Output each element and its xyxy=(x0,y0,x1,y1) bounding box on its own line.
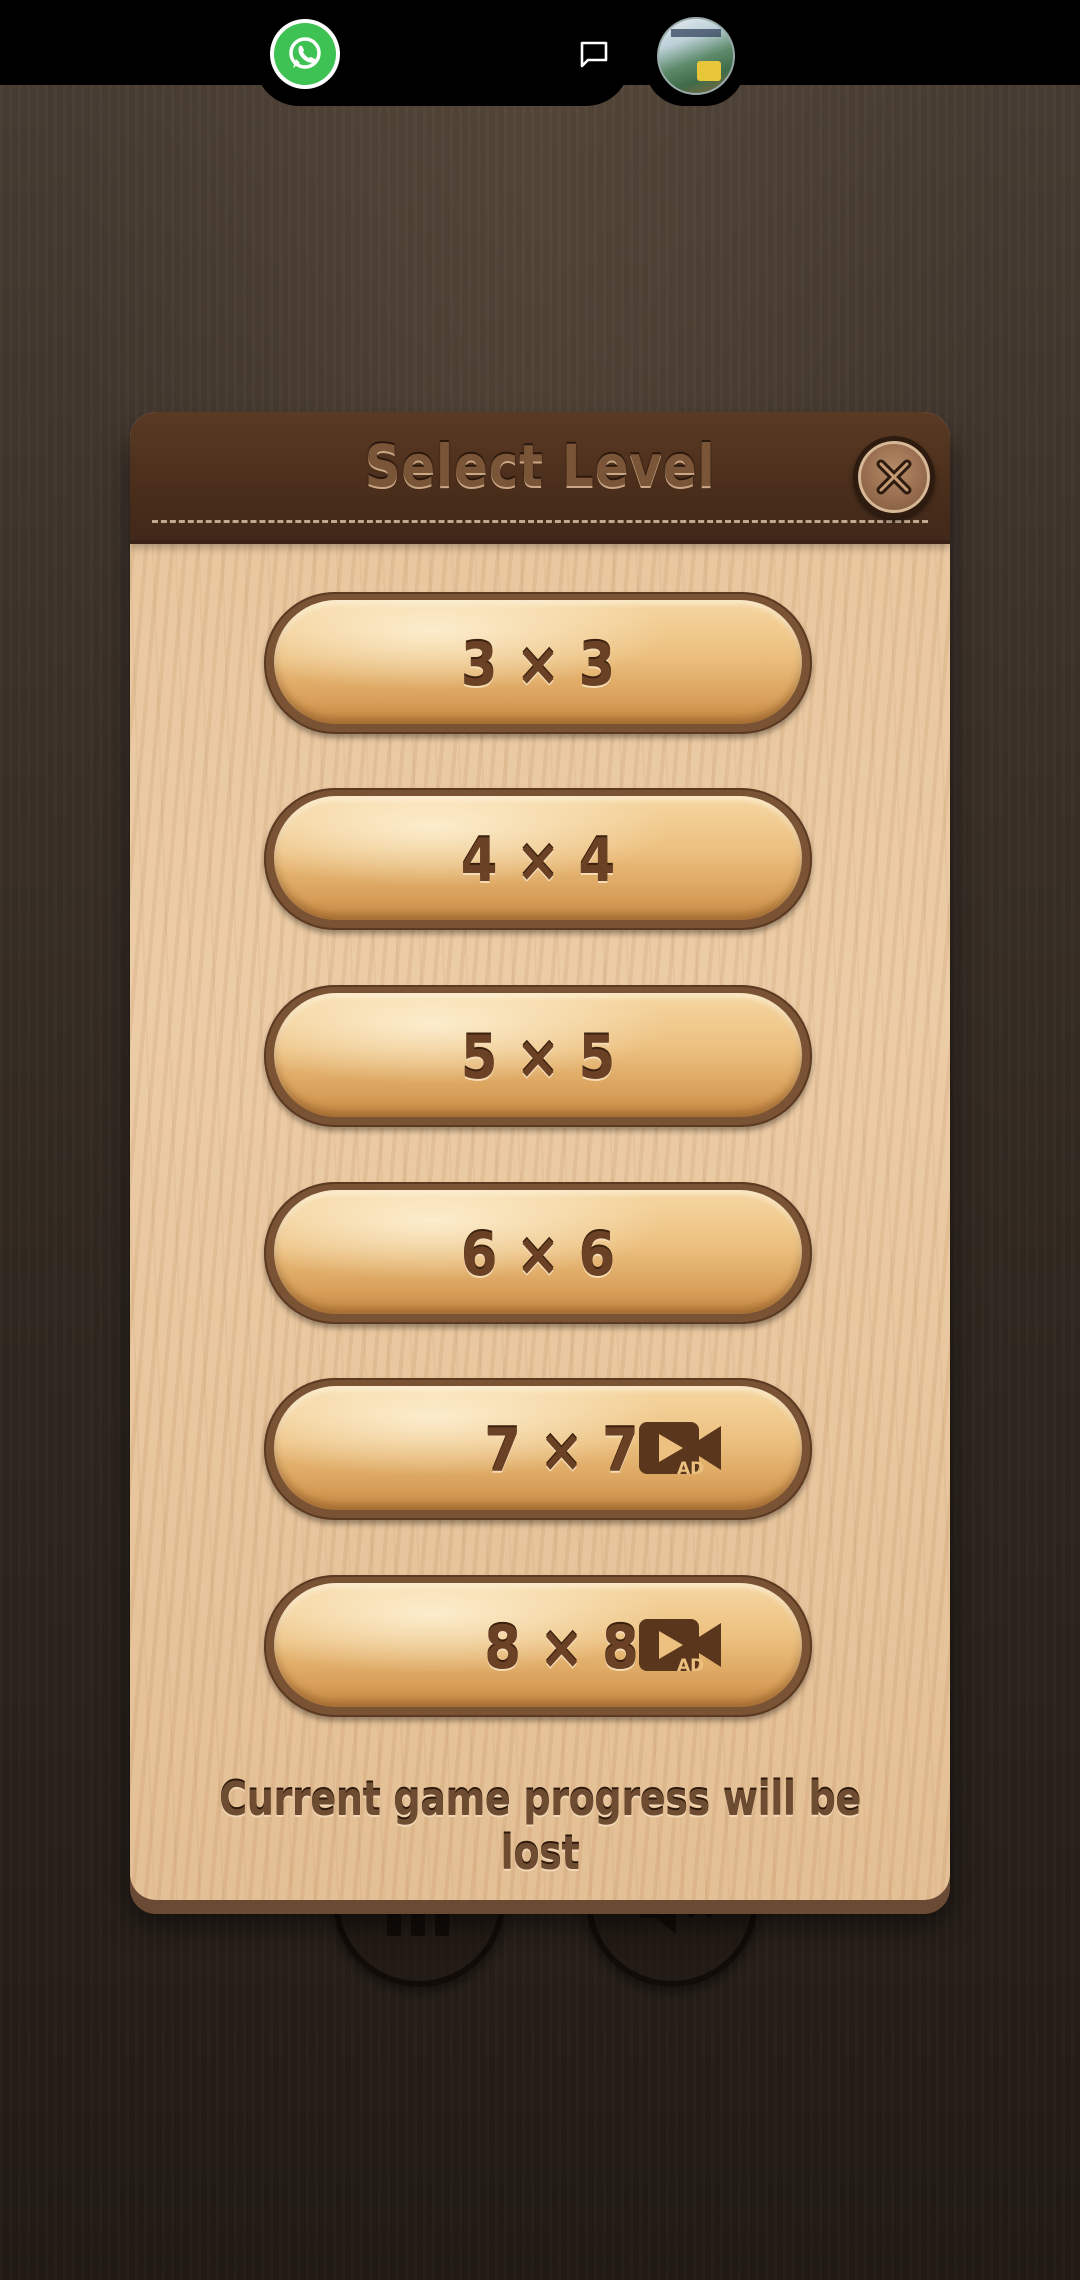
level-button-7x7[interactable]: 7 × 7 AD xyxy=(264,1378,812,1520)
level-label: 4 × 4 xyxy=(460,826,616,896)
video-ad-icon: AD xyxy=(639,1422,721,1478)
level-list: 3 × 3 4 × 4 5 × 5 6 × 6 7 × 7 AD 8 × 8 A… xyxy=(130,412,950,1900)
level-label: 3 × 3 xyxy=(460,630,616,700)
level-button-4x4[interactable]: 4 × 4 xyxy=(264,788,812,930)
chat-bubble-icon[interactable] xyxy=(579,40,609,68)
level-label: 8 × 8 xyxy=(484,1613,639,1683)
progress-warning-text: Current game progress will be lost xyxy=(219,1772,861,1880)
video-ad-icon: AD xyxy=(639,1619,721,1675)
level-label: 5 × 5 xyxy=(460,1023,616,1093)
ad-badge: AD xyxy=(677,1459,704,1478)
level-label: 7 × 7 xyxy=(484,1416,639,1486)
level-label: 6 × 6 xyxy=(460,1220,616,1290)
level-button-8x8[interactable]: 8 × 8 AD xyxy=(264,1575,812,1717)
select-level-dialog: Select Level 3 × 3 4 × 4 5 × 5 6 × 6 7 ×… xyxy=(130,412,950,1900)
level-button-3x3[interactable]: 3 × 3 xyxy=(264,592,812,734)
level-button-6x6[interactable]: 6 × 6 xyxy=(264,1182,812,1324)
level-button-5x5[interactable]: 5 × 5 xyxy=(264,985,812,1127)
ad-badge: AD xyxy=(677,1656,704,1675)
profile-avatar[interactable] xyxy=(657,17,735,95)
whatsapp-icon[interactable] xyxy=(270,19,340,89)
